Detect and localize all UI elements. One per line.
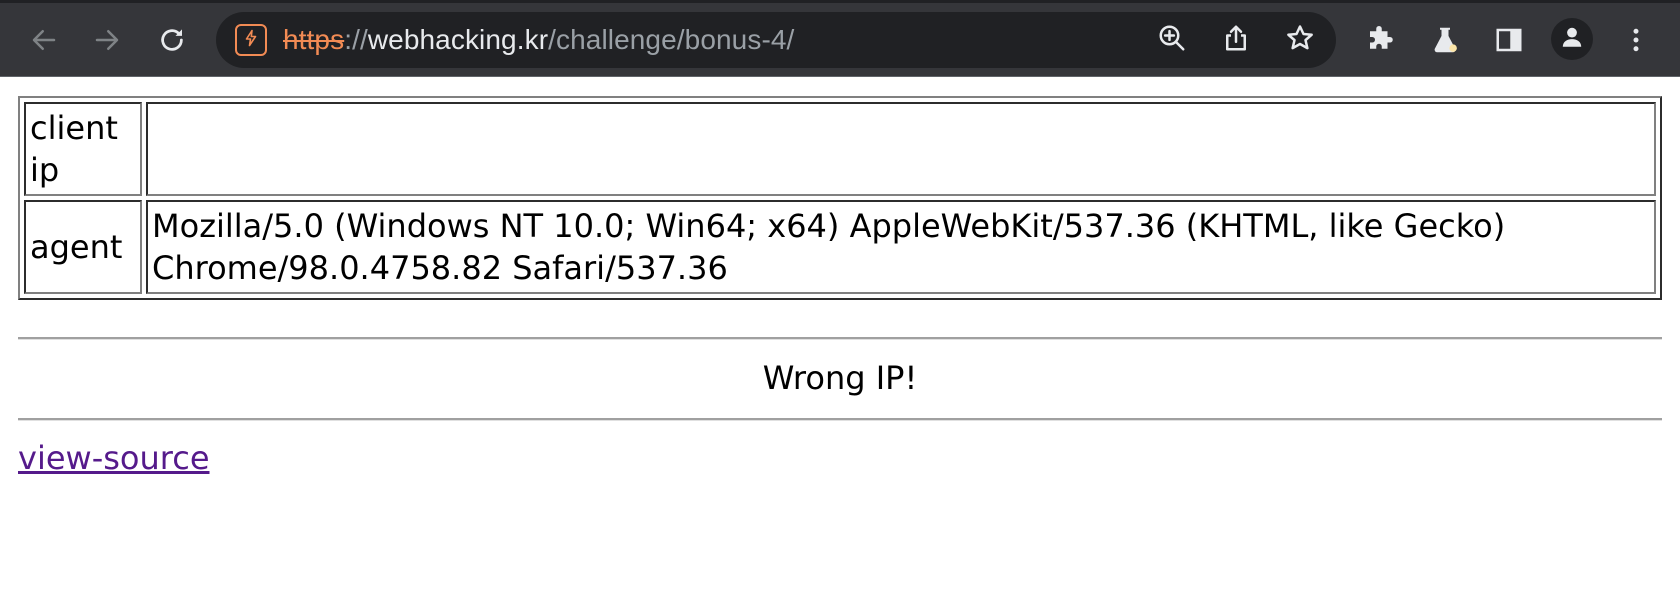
table-cell-key: client ip [24, 102, 142, 196]
share-icon [1221, 23, 1251, 57]
table-row: client ip [24, 102, 1656, 196]
kebab-menu-icon [1621, 25, 1651, 55]
tabstrip-edge [0, 0, 1680, 3]
divider [18, 337, 1662, 340]
address-bar[interactable]: https://webhacking.kr/challenge/bonus-4/ [216, 12, 1336, 68]
labs-button[interactable] [1423, 18, 1467, 62]
zoom-button[interactable] [1154, 22, 1190, 58]
not-secure-icon [242, 29, 260, 51]
result-message: Wrong IP! [762, 359, 918, 397]
arrow-right-icon [92, 25, 122, 55]
table-cell-value: Mozilla/5.0 (Windows NT 10.0; Win64; x64… [146, 200, 1656, 294]
request-info-table: client ip agent Mozilla/5.0 (Windows NT … [18, 96, 1662, 300]
extensions-button[interactable] [1358, 18, 1402, 62]
page-content: client ip agent Mozilla/5.0 (Windows NT … [18, 96, 1662, 300]
share-button[interactable] [1218, 22, 1254, 58]
url-separator: :// [344, 24, 368, 55]
table-cell-key: agent [24, 200, 142, 294]
url-path: /challenge/bonus-4/ [548, 24, 795, 55]
side-panel-icon [1494, 25, 1524, 55]
reload-icon [157, 25, 187, 55]
table-row: agent Mozilla/5.0 (Windows NT 10.0; Win6… [24, 200, 1656, 294]
bookmark-button[interactable] [1282, 22, 1318, 58]
flask-icon [1430, 25, 1460, 55]
reload-button[interactable] [150, 18, 194, 62]
profile-button[interactable] [1551, 18, 1593, 60]
view-source-link[interactable]: view-source [18, 436, 210, 480]
forward-button[interactable] [85, 18, 129, 62]
site-info-button[interactable] [235, 24, 267, 56]
browser-toolbar: https://webhacking.kr/challenge/bonus-4/ [0, 0, 1680, 77]
url-text[interactable]: https://webhacking.kr/challenge/bonus-4/ [283, 22, 794, 58]
zoom-in-icon [1157, 23, 1187, 57]
back-button[interactable] [22, 18, 66, 62]
divider [18, 418, 1662, 421]
table-cell-value [146, 102, 1656, 196]
url-host: webhacking.kr [367, 24, 549, 55]
puzzle-icon [1365, 25, 1395, 55]
side-panel-button[interactable] [1487, 18, 1531, 62]
menu-button[interactable] [1614, 18, 1658, 62]
profile-icon [1559, 24, 1585, 54]
arrow-left-icon [29, 25, 59, 55]
url-scheme: https [283, 24, 345, 55]
star-icon [1285, 23, 1315, 57]
